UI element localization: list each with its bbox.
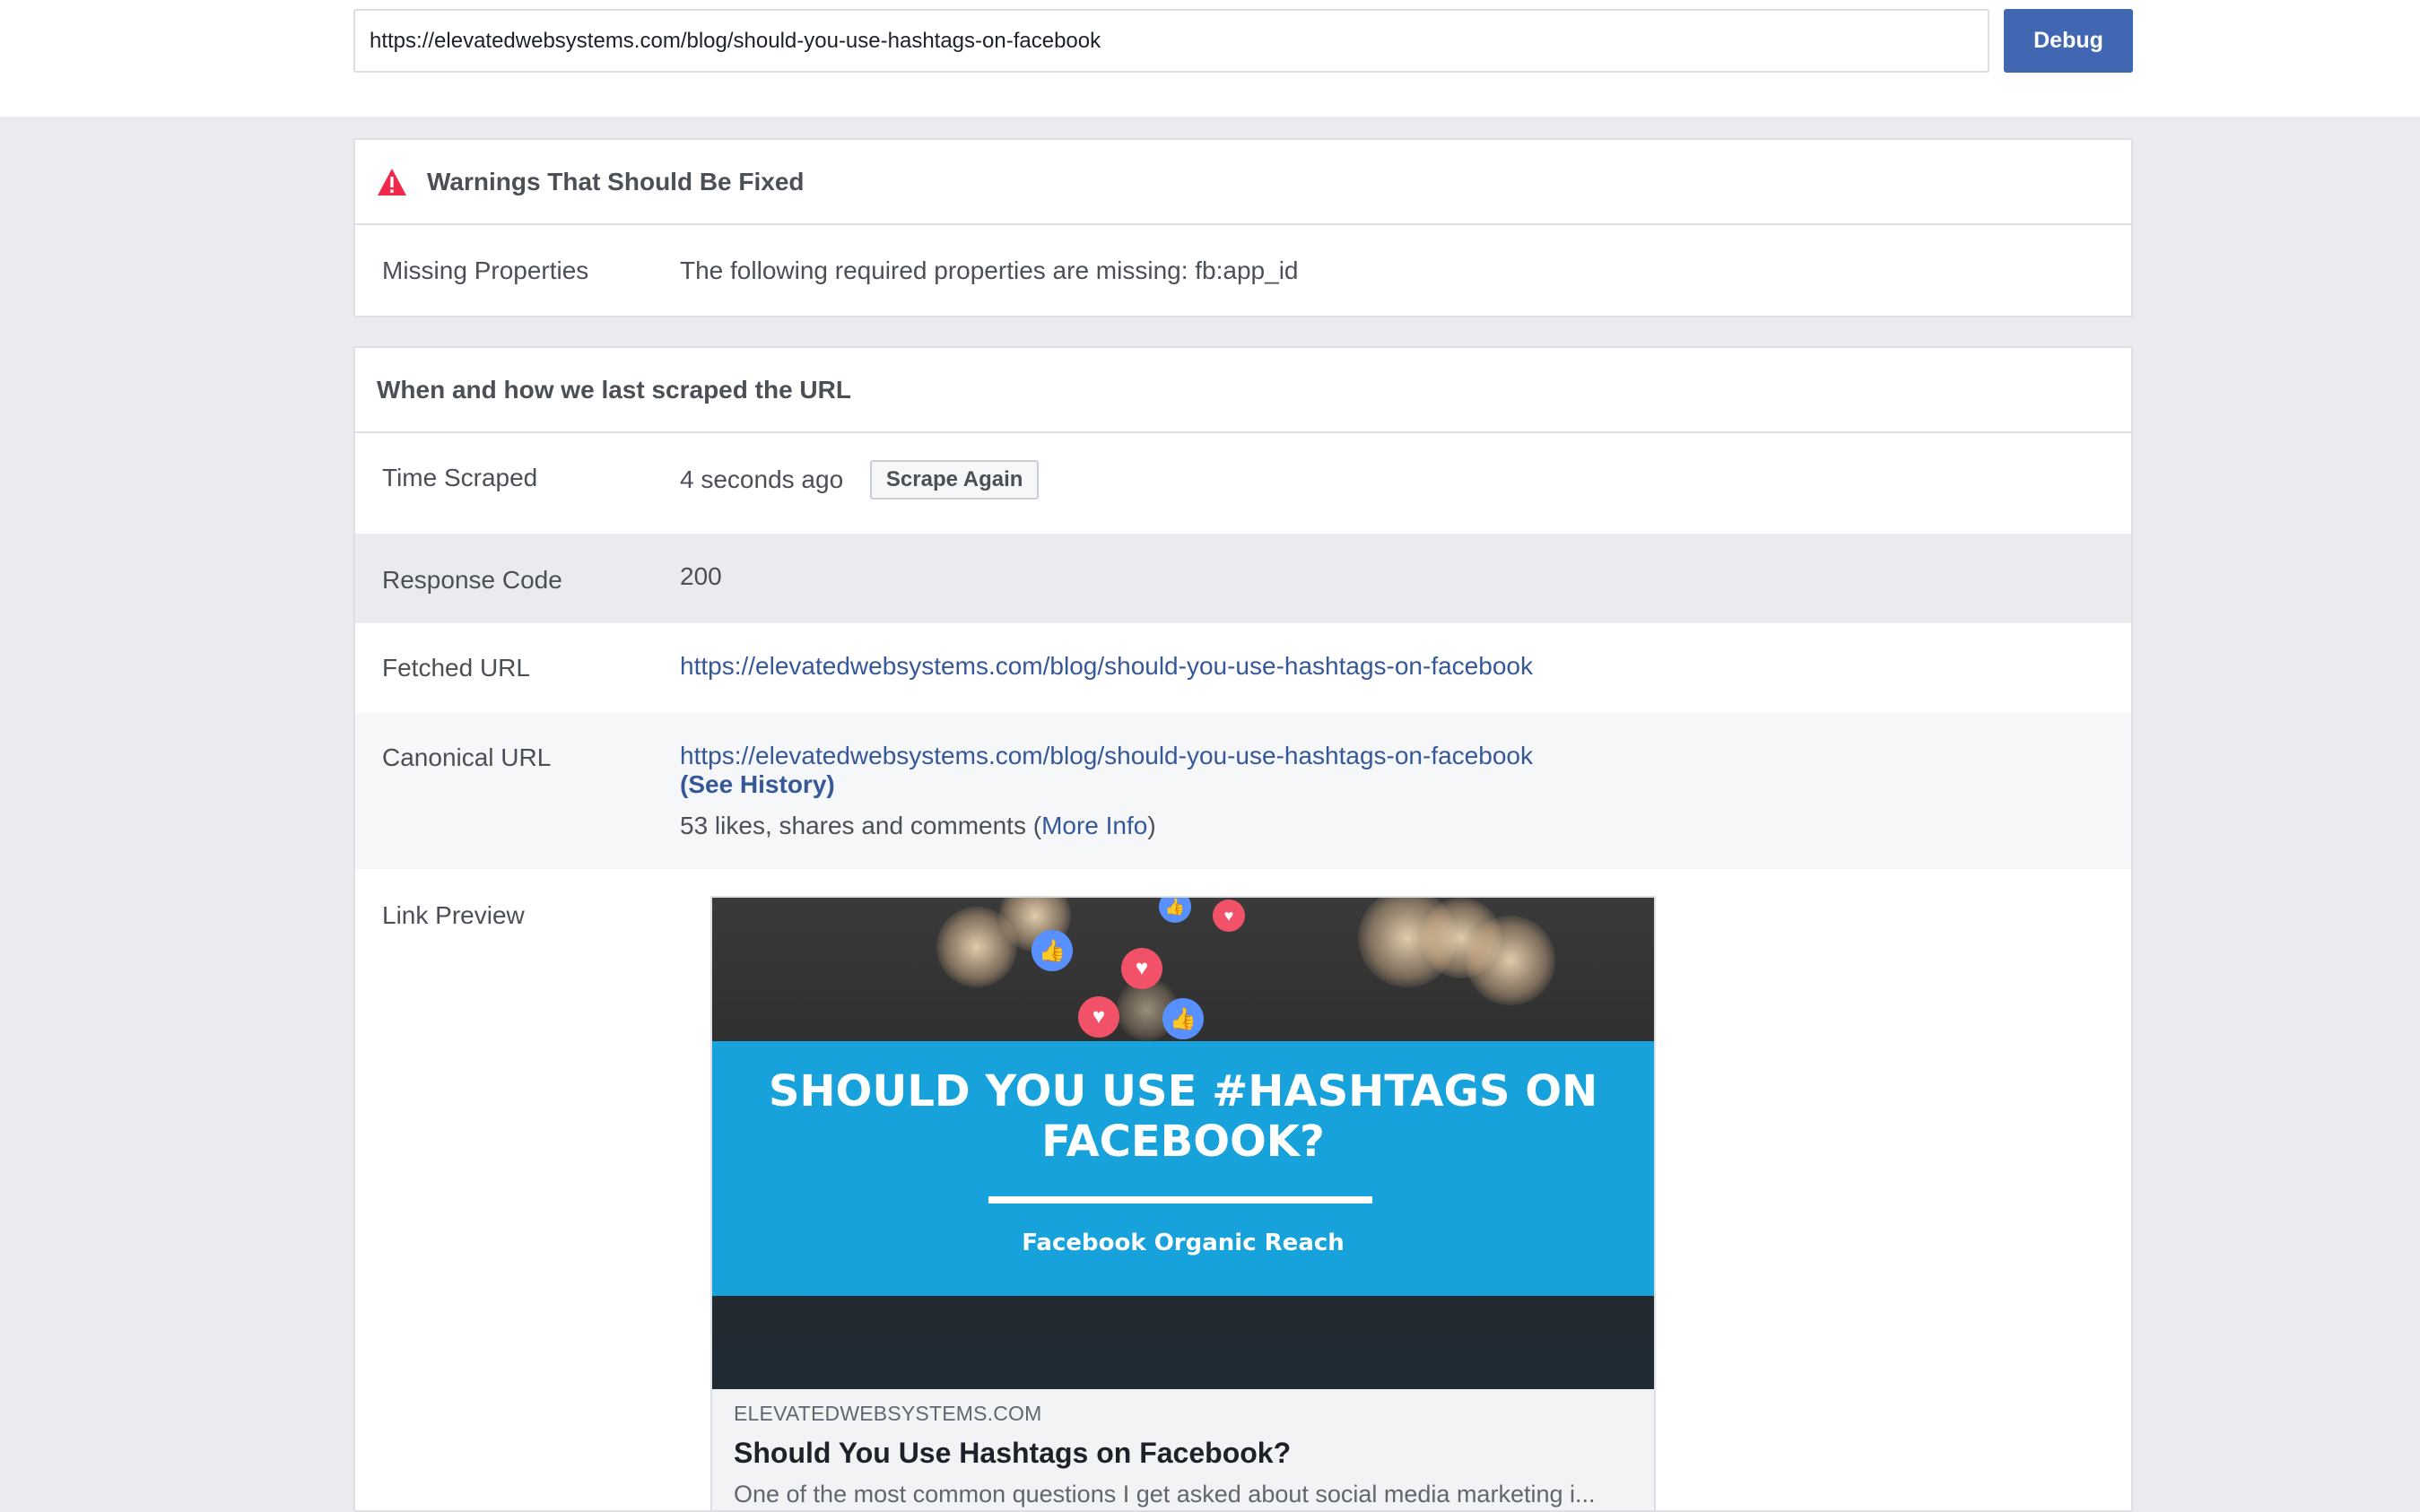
url-input[interactable] bbox=[353, 9, 1989, 73]
time-scraped-label: Time Scraped bbox=[382, 464, 538, 491]
like-icon: 👍 bbox=[1162, 998, 1204, 1039]
banner-divider bbox=[988, 1196, 1372, 1204]
fetched-url-row: Fetched URL https://elevatedwebsystems.c… bbox=[355, 623, 2131, 713]
missing-properties-label: Missing Properties bbox=[382, 256, 589, 284]
banner-title: SHOULD YOU USE #HASHTAGS ON FACEBOOK? bbox=[768, 1066, 1598, 1167]
preview-meta: ELEVATEDWEBSYSTEMS.COM Should You Use Ha… bbox=[712, 1389, 1654, 1508]
response-code-row: Response Code 200 bbox=[355, 534, 2131, 623]
preview-description: One of the most common questions I get a… bbox=[734, 1481, 1596, 1508]
scrape-title: When and how we last scraped the URL bbox=[377, 375, 851, 404]
warnings-title: Warnings That Should Be Fixed bbox=[427, 167, 805, 196]
like-icon: 👍 bbox=[1032, 930, 1073, 971]
engagement-text: 53 likes, shares and comments (More Info… bbox=[680, 812, 2131, 840]
preview-domain: ELEVATEDWEBSYSTEMS.COM bbox=[734, 1402, 1042, 1425]
scrape-panel: When and how we last scraped the URL Tim… bbox=[353, 346, 2133, 1512]
see-history-link[interactable]: (See History) bbox=[680, 770, 835, 798]
missing-properties-row: Missing Properties The following require… bbox=[355, 225, 2131, 316]
debug-button[interactable]: Debug bbox=[2004, 9, 2133, 73]
canonical-url-label: Canonical URL bbox=[382, 743, 552, 771]
response-code-value: 200 bbox=[680, 562, 722, 590]
fetched-url-link[interactable]: https://elevatedwebsystems.com/blog/shou… bbox=[680, 652, 1533, 680]
link-preview-row: Link Preview 👍 ♥ ♥ 👍 👍 ♥ SHOULD YOU USE … bbox=[355, 869, 2131, 1510]
top-bar: Debug bbox=[0, 0, 2420, 117]
link-preview-card[interactable]: 👍 ♥ ♥ 👍 👍 ♥ SHOULD YOU USE #HASHTAGS ON … bbox=[710, 896, 1656, 1510]
warnings-panel: Warnings That Should Be Fixed Missing Pr… bbox=[353, 138, 2133, 317]
canonical-url-row: Canonical URL https://elevatedwebsystems… bbox=[355, 713, 2131, 869]
more-info-link[interactable]: More Info bbox=[1041, 812, 1147, 839]
warning-triangle-icon bbox=[377, 168, 407, 196]
warnings-header: Warnings That Should Be Fixed bbox=[355, 140, 2131, 225]
canonical-url-link[interactable]: https://elevatedwebsystems.com/blog/shou… bbox=[680, 742, 1533, 769]
missing-properties-value: The following required properties are mi… bbox=[680, 256, 1299, 284]
scrape-header: When and how we last scraped the URL bbox=[355, 348, 2131, 433]
bokeh-light bbox=[1466, 916, 1555, 1005]
heart-icon: ♥ bbox=[1078, 996, 1119, 1038]
heart-icon: ♥ bbox=[1121, 948, 1162, 989]
preview-title[interactable]: Should You Use Hashtags on Facebook? bbox=[734, 1437, 1632, 1470]
engagement-count: 53 likes, shares and comments ( bbox=[680, 812, 1042, 839]
fetched-url-label: Fetched URL bbox=[382, 654, 530, 682]
link-preview-label: Link Preview bbox=[382, 901, 525, 929]
preview-image: 👍 ♥ ♥ 👍 👍 ♥ SHOULD YOU USE #HASHTAGS ON … bbox=[712, 898, 1654, 1389]
scrape-again-button[interactable]: Scrape Again bbox=[869, 460, 1040, 500]
like-icon: 👍 bbox=[1159, 898, 1191, 923]
heart-icon: ♥ bbox=[1213, 899, 1245, 932]
response-code-label: Response Code bbox=[382, 566, 562, 594]
time-scraped-row: Time Scraped 4 seconds ago Scrape Again bbox=[355, 433, 2131, 534]
time-scraped-value: 4 seconds ago bbox=[680, 465, 844, 493]
preview-banner: SHOULD YOU USE #HASHTAGS ON FACEBOOK? Fa… bbox=[712, 1041, 1654, 1296]
banner-subtitle: Facebook Organic Reach bbox=[1022, 1230, 1345, 1256]
engagement-suffix: ) bbox=[1147, 812, 1156, 839]
